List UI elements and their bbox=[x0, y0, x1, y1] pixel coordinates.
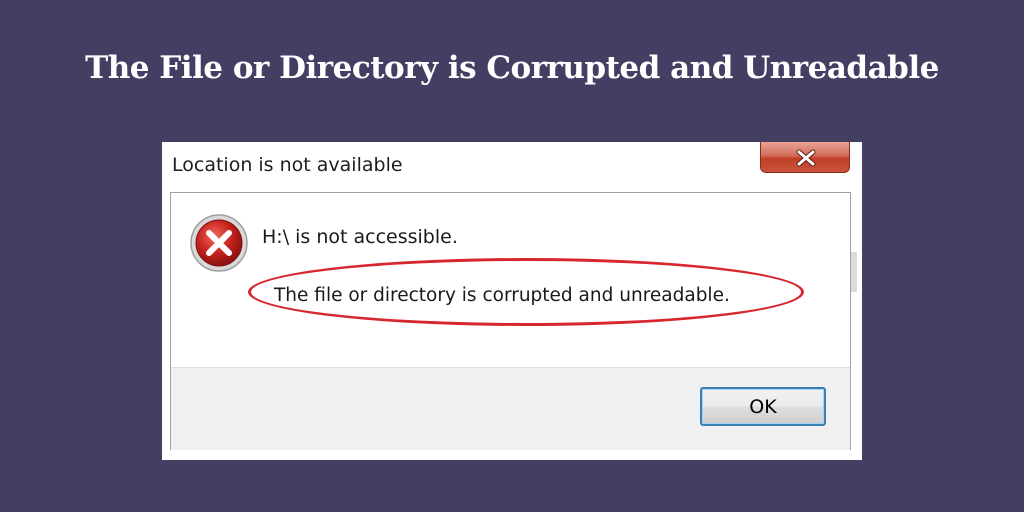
resize-grip bbox=[851, 252, 857, 292]
highlight-ellipse bbox=[248, 258, 804, 326]
ok-button[interactable]: OK bbox=[700, 387, 826, 426]
close-icon bbox=[796, 149, 816, 167]
message-primary: H:\ is not accessible. bbox=[262, 226, 458, 248]
title-bar[interactable]: Location is not available bbox=[162, 142, 862, 188]
close-button[interactable] bbox=[760, 142, 850, 173]
error-icon bbox=[190, 214, 248, 272]
banner-title: The File or Directory is Corrupted and U… bbox=[85, 50, 939, 86]
dialog-title: Location is not available bbox=[172, 154, 403, 176]
